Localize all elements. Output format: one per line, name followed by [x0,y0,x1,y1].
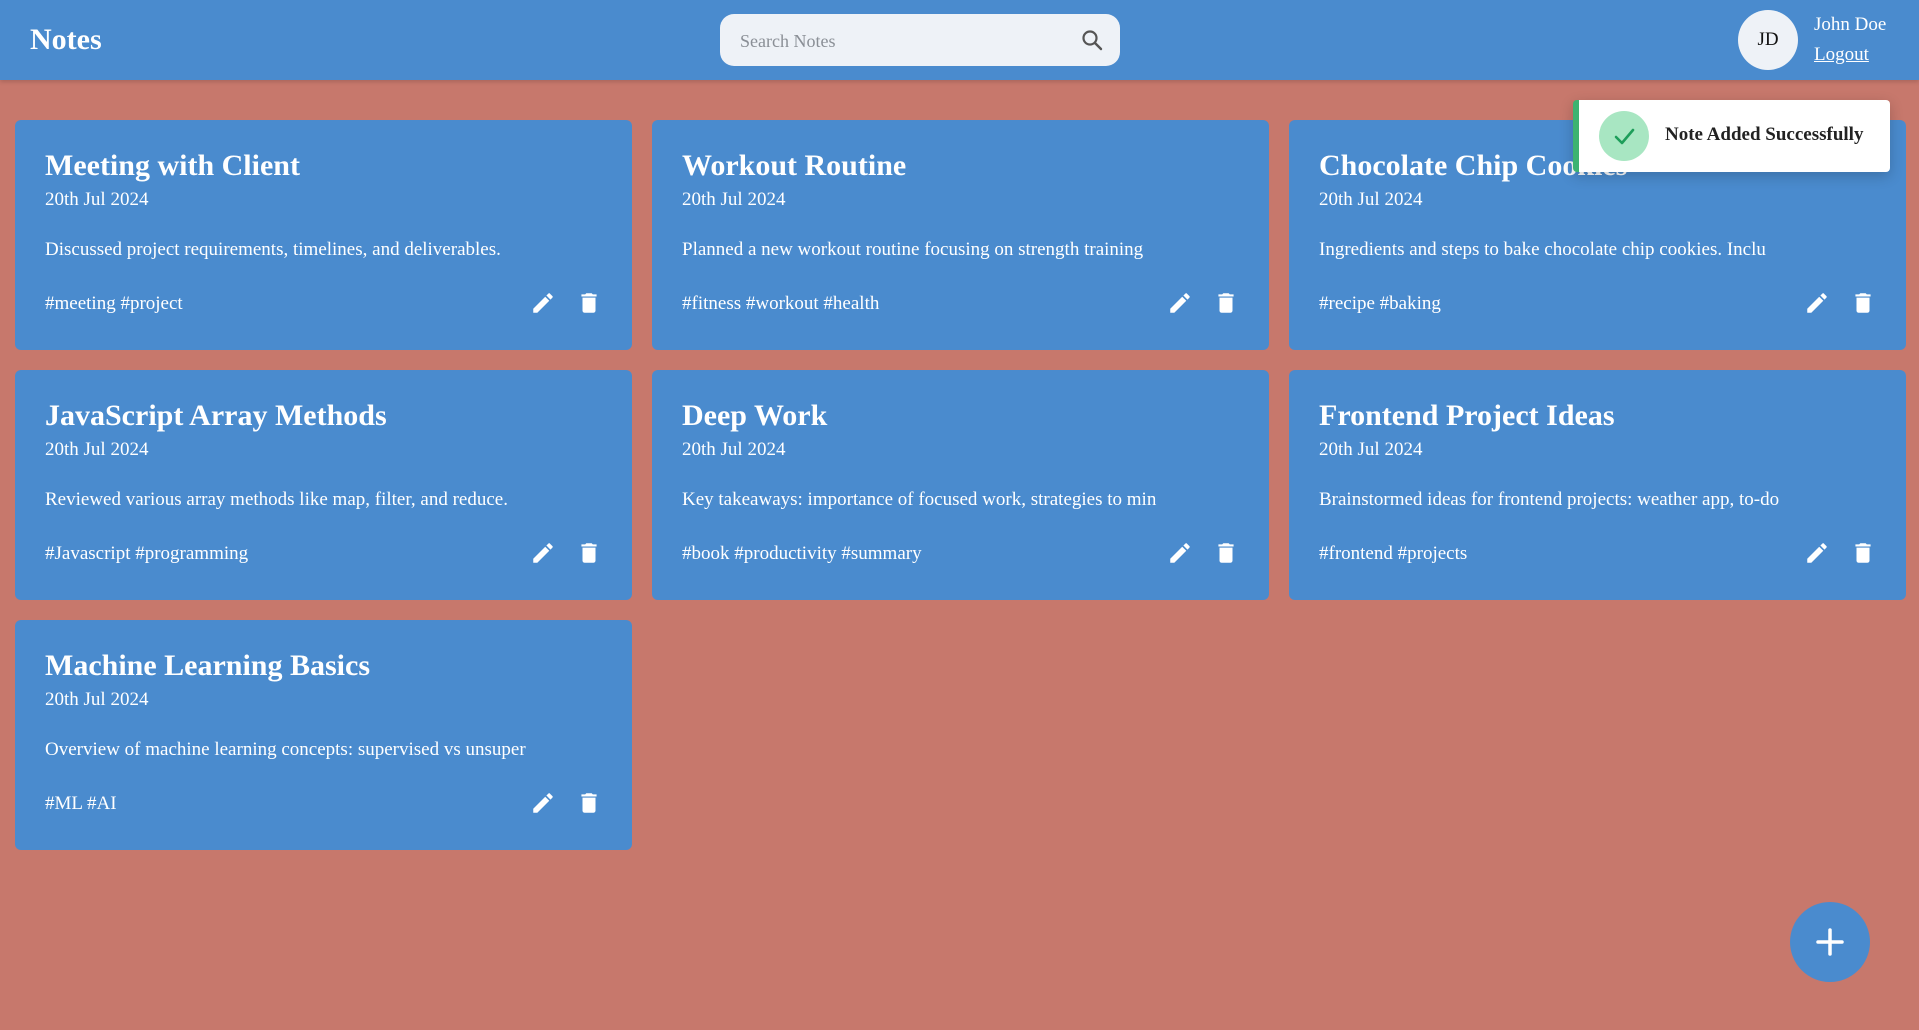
note-tags: #Javascript #programming [45,543,249,564]
note-content: Planned a new workout routine focusing o… [682,239,1144,260]
add-note-button[interactable] [1790,902,1870,982]
search-box[interactable] [720,14,1120,66]
pencil-icon[interactable] [1167,540,1193,566]
note-tags: #ML #AI [45,793,117,814]
success-toast: Note Added Successfully [1573,100,1890,172]
trash-icon[interactable] [1850,290,1876,316]
note-actions [1167,540,1239,566]
pencil-icon[interactable] [530,290,556,316]
note-card[interactable]: Meeting with Client 20th Jul 2024 Discusse… [15,120,632,350]
logout-link[interactable]: Logout [1814,44,1869,66]
note-tags: #frontend #projects [1319,543,1468,564]
trash-icon[interactable] [576,290,602,316]
avatar[interactable]: JD [1738,10,1798,70]
note-card[interactable]: Machine Learning Basics 20th Jul 2024 Over… [15,620,632,850]
note-actions [530,540,602,566]
note-card[interactable]: Frontend Project Ideas 20th Jul 2024 Brain… [1289,370,1906,600]
trash-icon[interactable] [1213,540,1239,566]
search-icon[interactable] [1080,28,1104,52]
note-actions [1804,290,1876,316]
trash-icon[interactable] [576,790,602,816]
check-icon [1599,111,1649,161]
pencil-icon[interactable] [530,540,556,566]
app-brand: Notes [30,23,102,56]
note-content: Reviewed various array methods like map,… [45,489,508,510]
note-content: Discussed project requirements, timeline… [45,239,501,260]
pencil-icon[interactable] [1804,540,1830,566]
note-content: Ingredients and steps to bake chocolate … [1319,239,1766,260]
pencil-icon[interactable] [530,790,556,816]
pencil-icon[interactable] [1804,290,1830,316]
note-title: Deep Work [682,399,828,432]
note-tags: #fitness #workout #health [682,293,880,314]
notes-grid: Meeting with Client 20th Jul 2024 Discusse… [15,120,1906,850]
note-actions [530,790,602,816]
note-title: Workout Routine [682,149,907,182]
note-content: Overview of machine learning concepts: s… [45,739,526,760]
trash-icon[interactable] [576,540,602,566]
note-tags: #book #productivity #summary [682,543,922,564]
search-input[interactable] [738,24,1062,58]
note-date: 20th Jul 2024 [1319,189,1423,210]
note-actions [1167,290,1239,316]
trash-icon[interactable] [1850,540,1876,566]
toast-message: Note Added Successfully [1665,124,1864,145]
plus-icon [1816,928,1844,956]
note-card[interactable]: JavaScript Array Methods 20th Jul 2024 Rev… [15,370,632,600]
note-title: Machine Learning Basics [45,649,371,682]
note-date: 20th Jul 2024 [682,189,786,210]
note-tags: #meeting #project [45,293,183,314]
note-content: Brainstormed ideas for frontend projects… [1319,489,1780,510]
note-tags: #recipe #baking [1319,293,1441,314]
note-content: Key takeaways: importance of focused wor… [682,489,1157,510]
note-date: 20th Jul 2024 [1319,439,1423,460]
navbar: Notes JD John Doe Logout [0,0,1919,80]
note-date: 20th Jul 2024 [45,689,149,710]
user-name: John Doe [1814,14,1887,35]
note-title: Frontend Project Ideas [1319,399,1615,432]
note-actions [1804,540,1876,566]
pencil-icon[interactable] [1167,290,1193,316]
note-title: JavaScript Array Methods [45,399,387,432]
note-card[interactable]: Workout Routine 20th Jul 2024 Planned a ne… [652,120,1269,350]
note-actions [530,290,602,316]
note-date: 20th Jul 2024 [45,439,149,460]
note-card[interactable]: Deep Work 20th Jul 2024 Key takeaways: imp… [652,370,1269,600]
note-date: 20th Jul 2024 [45,189,149,210]
trash-icon[interactable] [1213,290,1239,316]
note-date: 20th Jul 2024 [682,439,786,460]
note-title: Meeting with Client [45,149,300,182]
